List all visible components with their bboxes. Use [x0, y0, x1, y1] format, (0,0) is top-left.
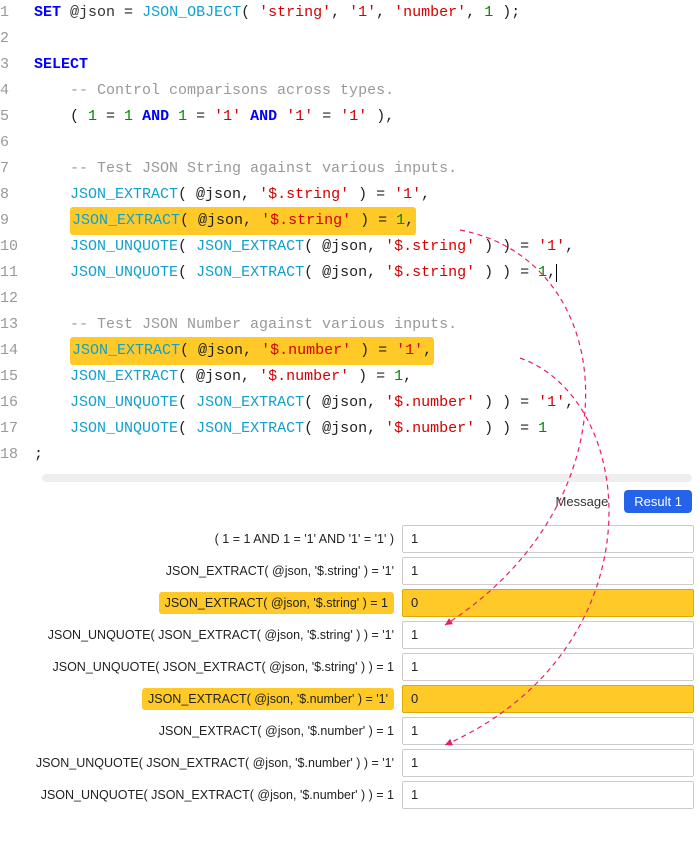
- line-number: 6: [0, 130, 24, 156]
- highlighted-expression: JSON_EXTRACT( @json, '$.number' ) = '1',: [70, 337, 434, 365]
- result-value[interactable]: 1: [402, 717, 694, 745]
- line-number: 4: [0, 78, 24, 104]
- result-row: JSON_UNQUOTE( JSON_EXTRACT( @json, '$.nu…: [6, 749, 694, 777]
- code-line[interactable]: JSON_EXTRACT( @json, '$.number' ) = '1',: [34, 338, 700, 364]
- tab-result-1[interactable]: Result 1: [624, 490, 692, 513]
- result-value[interactable]: 1: [402, 749, 694, 777]
- line-number: 5: [0, 104, 24, 130]
- horizontal-scrollbar[interactable]: [34, 474, 700, 484]
- line-number: 7: [0, 156, 24, 182]
- result-label: JSON_EXTRACT( @json, '$.string' ) = 1: [159, 592, 394, 614]
- code-area[interactable]: SET @json = JSON_OBJECT( 'string', '1', …: [34, 0, 700, 468]
- line-number: 18: [0, 442, 24, 468]
- code-line[interactable]: JSON_UNQUOTE( JSON_EXTRACT( @json, '$.st…: [34, 260, 700, 286]
- code-line[interactable]: -- Control comparisons across types.: [34, 78, 700, 104]
- result-label: JSON_UNQUOTE( JSON_EXTRACT( @json, '$.nu…: [6, 756, 394, 770]
- result-row: JSON_UNQUOTE( JSON_EXTRACT( @json, '$.st…: [6, 653, 694, 681]
- code-editor[interactable]: 123456789101112131415161718 SET @json = …: [0, 0, 700, 474]
- code-line[interactable]: [34, 26, 700, 52]
- line-number: 8: [0, 182, 24, 208]
- line-number: 16: [0, 390, 24, 416]
- line-number: 17: [0, 416, 24, 442]
- code-line[interactable]: JSON_UNQUOTE( JSON_EXTRACT( @json, '$.st…: [34, 234, 700, 260]
- line-number: 15: [0, 364, 24, 390]
- result-value[interactable]: 1: [402, 653, 694, 681]
- text-cursor: [556, 264, 557, 282]
- tab-message[interactable]: Message: [546, 490, 619, 513]
- result-label: JSON_EXTRACT( @json, '$.number' ) = 1: [6, 724, 394, 738]
- result-row: JSON_EXTRACT( @json, '$.number' ) = 1 1: [6, 717, 694, 745]
- code-line[interactable]: JSON_UNQUOTE( JSON_EXTRACT( @json, '$.nu…: [34, 390, 700, 416]
- line-number: 11: [0, 260, 24, 286]
- code-line[interactable]: -- Test JSON Number against various inpu…: [34, 312, 700, 338]
- line-number: 2: [0, 26, 24, 52]
- code-line[interactable]: SET @json = JSON_OBJECT( 'string', '1', …: [34, 0, 700, 26]
- result-label: ( 1 = 1 AND 1 = '1' AND '1' = '1' ): [6, 532, 394, 546]
- results-panel: ( 1 = 1 AND 1 = '1' AND '1' = '1' )1JSON…: [0, 517, 700, 823]
- code-line[interactable]: SELECT: [34, 52, 700, 78]
- line-number: 14: [0, 338, 24, 364]
- result-row: ( 1 = 1 AND 1 = '1' AND '1' = '1' ) 1: [6, 525, 694, 553]
- result-value[interactable]: 1: [402, 557, 694, 585]
- code-line[interactable]: ( 1 = 1 AND 1 = '1' AND '1' = '1' ),: [34, 104, 700, 130]
- result-tabs: Message Result 1: [0, 484, 700, 517]
- line-number: 12: [0, 286, 24, 312]
- result-row: JSON_EXTRACT( @json, '$.number' ) = '1' 0: [6, 685, 694, 713]
- result-row: JSON_EXTRACT( @json, '$.string' ) = 1 0: [6, 589, 694, 617]
- code-line[interactable]: [34, 130, 700, 156]
- result-value[interactable]: 0: [402, 685, 694, 713]
- result-value[interactable]: 1: [402, 525, 694, 553]
- result-label: JSON_UNQUOTE( JSON_EXTRACT( @json, '$.nu…: [6, 788, 394, 802]
- result-row: JSON_UNQUOTE( JSON_EXTRACT( @json, '$.nu…: [6, 781, 694, 809]
- line-number-gutter: 123456789101112131415161718: [0, 0, 34, 468]
- result-value[interactable]: 0: [402, 589, 694, 617]
- line-number: 10: [0, 234, 24, 260]
- code-line[interactable]: JSON_EXTRACT( @json, '$.string' ) = '1',: [34, 182, 700, 208]
- line-number: 1: [0, 0, 24, 26]
- result-label: JSON_UNQUOTE( JSON_EXTRACT( @json, '$.st…: [6, 628, 394, 642]
- result-label: JSON_EXTRACT( @json, '$.number' ) = '1': [142, 688, 394, 710]
- line-number: 9: [0, 208, 24, 234]
- result-label: JSON_EXTRACT( @json, '$.string' ) = '1': [6, 564, 394, 578]
- code-line[interactable]: -- Test JSON String against various inpu…: [34, 156, 700, 182]
- result-row: JSON_UNQUOTE( JSON_EXTRACT( @json, '$.st…: [6, 621, 694, 649]
- code-line[interactable]: ;: [34, 442, 700, 468]
- result-row: JSON_EXTRACT( @json, '$.string' ) = '1' 1: [6, 557, 694, 585]
- code-line[interactable]: JSON_EXTRACT( @json, '$.number' ) = 1,: [34, 364, 700, 390]
- code-line[interactable]: JSON_UNQUOTE( JSON_EXTRACT( @json, '$.nu…: [34, 416, 700, 442]
- line-number: 3: [0, 52, 24, 78]
- line-number: 13: [0, 312, 24, 338]
- highlighted-expression: JSON_EXTRACT( @json, '$.string' ) = 1,: [70, 207, 416, 235]
- result-value[interactable]: 1: [402, 781, 694, 809]
- result-label: JSON_UNQUOTE( JSON_EXTRACT( @json, '$.st…: [6, 660, 394, 674]
- code-line[interactable]: JSON_EXTRACT( @json, '$.string' ) = 1,: [34, 208, 700, 234]
- code-line[interactable]: [34, 286, 700, 312]
- result-value[interactable]: 1: [402, 621, 694, 649]
